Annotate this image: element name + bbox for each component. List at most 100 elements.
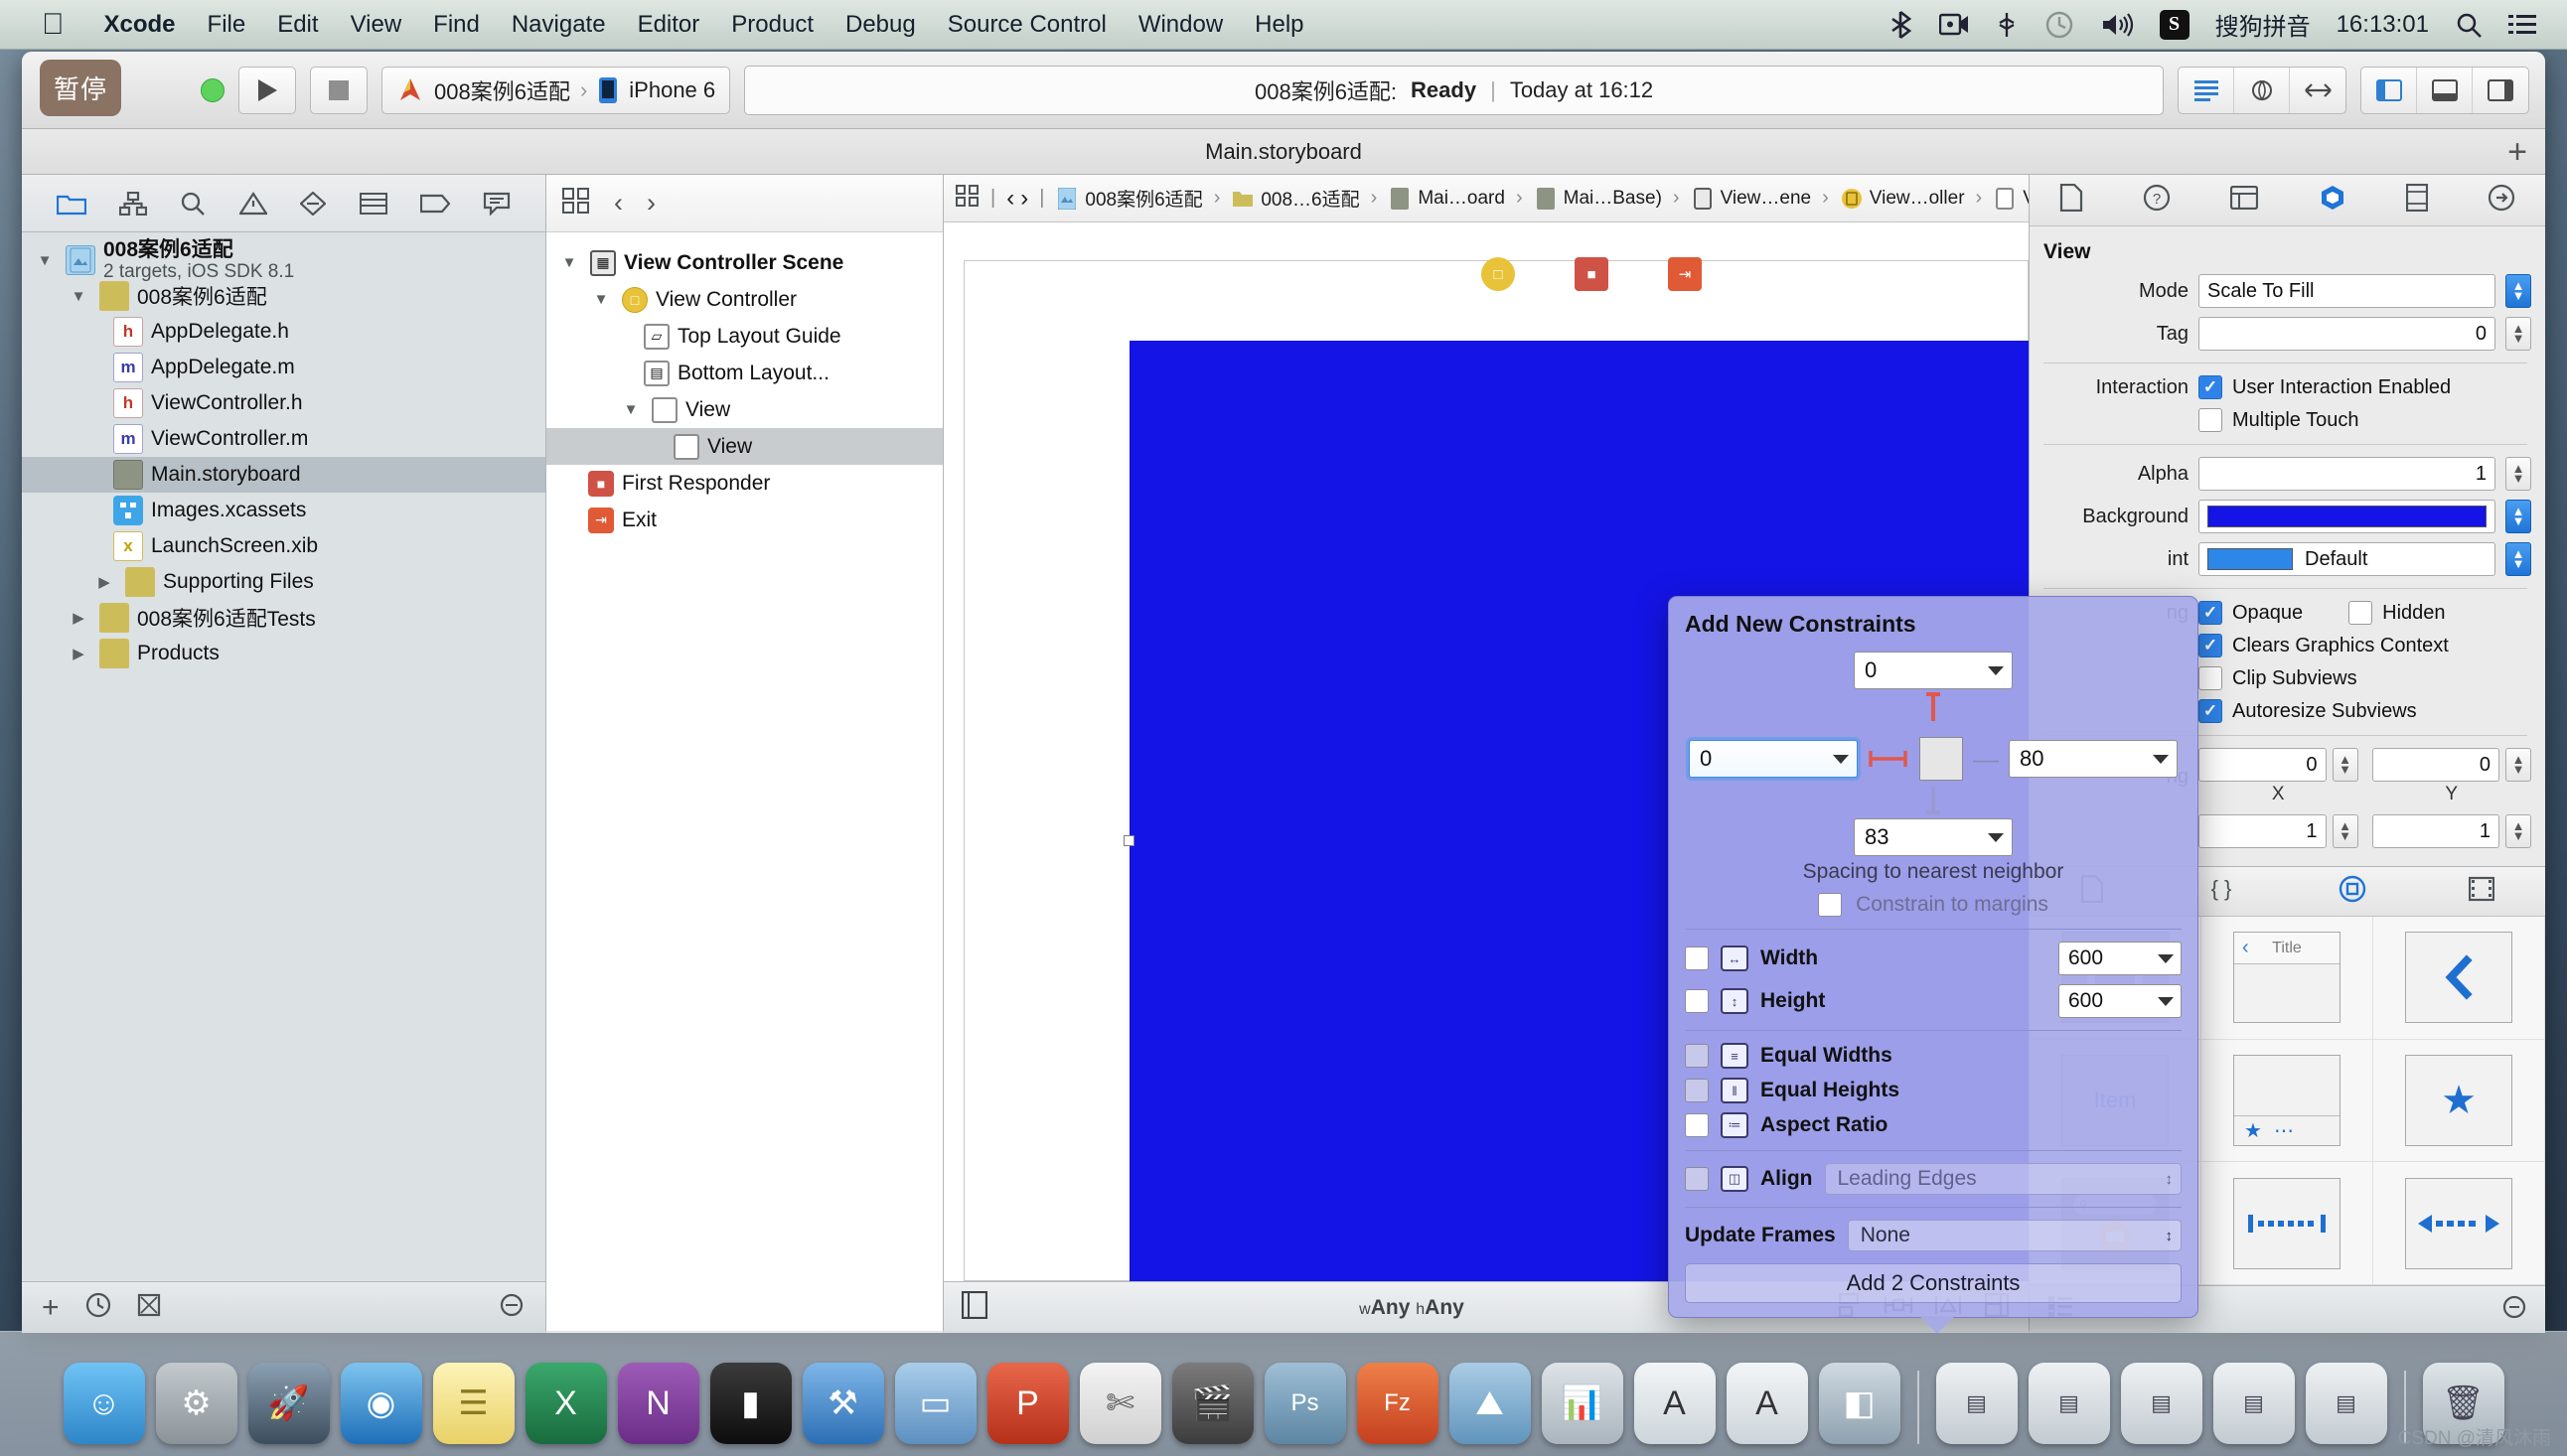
mode-select[interactable]: Scale To Fill	[2198, 274, 2495, 308]
unsaved-icon[interactable]	[137, 1293, 161, 1322]
chevron-right-icon[interactable]: ›	[1020, 185, 1028, 213]
height-row[interactable]: ↕ Height 600	[1685, 984, 2182, 1018]
chevron-left-icon[interactable]: ‹	[1006, 185, 1014, 213]
outline-row-scene[interactable]: ▼ ▦ View Controller Scene	[546, 244, 943, 281]
dock-app-font-book-b[interactable]: A	[1726, 1363, 1808, 1444]
library-cell-fixed-space[interactable]: ★	[2373, 1039, 2545, 1163]
outline-row-exit[interactable]: ⇥ Exit	[546, 502, 943, 538]
hidden-checkbox[interactable]	[2348, 601, 2373, 625]
screen-record-icon[interactable]	[1926, 12, 1982, 38]
dock-minimized-window-1[interactable]: ▤	[1935, 1363, 2018, 1444]
nav-row-launchscreen-xib[interactable]: x LaunchScreen.xib	[22, 528, 545, 564]
tag-stepper[interactable]: ▲ ▼	[2505, 317, 2531, 351]
outline-row-view-child[interactable]: View	[546, 428, 943, 465]
nav-row-viewcontroller-h[interactable]: h ViewController.h	[22, 385, 545, 421]
background-popup-arrows[interactable]: ▲ ▼	[2505, 500, 2531, 533]
menu-item-product[interactable]: Product	[715, 11, 830, 39]
equal-widths-row[interactable]: ≡ Equal Widths	[1685, 1043, 2182, 1069]
stop-button[interactable]	[310, 66, 368, 114]
dock-minimized-window-2[interactable]: ▤	[2028, 1363, 2110, 1444]
add-icon[interactable]: +	[42, 1292, 60, 1323]
volume-icon[interactable]	[2087, 11, 2147, 39]
size-inspector-icon[interactable]	[2405, 183, 2428, 217]
media-library-icon[interactable]	[2468, 876, 2494, 907]
outline-row-view-parent[interactable]: ▼ View	[546, 391, 943, 428]
breadcrumb-scene[interactable]: View…ene	[1691, 187, 1811, 211]
nav-row-supporting-files[interactable]: ▶ Supporting Files	[22, 564, 545, 600]
forward-icon[interactable]: ›	[647, 188, 656, 218]
align-select[interactable]: Leading Edges ↕	[1824, 1163, 2182, 1195]
filter-icon[interactable]	[498, 1292, 526, 1323]
navigation-bar-object-thumb[interactable]: ‹ Title	[2233, 932, 2340, 1024]
library-cell-flexible-space[interactable]	[2373, 1162, 2545, 1285]
aspect-ratio-row[interactable]: ≔ Aspect Ratio	[1685, 1112, 2182, 1138]
plus-icon[interactable]: +	[2507, 135, 2527, 169]
height-value-combo[interactable]: 600	[2058, 984, 2182, 1018]
chevron-down-icon[interactable]	[1988, 832, 2004, 842]
selection-handle-left[interactable]	[1124, 835, 1134, 846]
nav-row-products[interactable]: ▶ Products	[22, 636, 545, 671]
height-checkbox[interactable]	[1685, 989, 1709, 1013]
device-bar-icon[interactable]	[961, 1290, 988, 1325]
twisty-down-icon[interactable]: ▼	[556, 254, 582, 271]
folder-icon[interactable]	[56, 192, 86, 216]
menu-item-navigate[interactable]: Navigate	[496, 11, 622, 39]
standard-editor-icon[interactable]	[2179, 67, 2234, 113]
notification-center-icon[interactable]	[2495, 13, 2549, 37]
equal-heights-checkbox[interactable]	[1685, 1079, 1709, 1102]
menu-item-help[interactable]: Help	[1239, 11, 1319, 39]
related-items-icon[interactable]	[562, 188, 590, 218]
run-button[interactable]	[238, 66, 296, 114]
dock-app-filezilla[interactable]: Fz	[1356, 1363, 1438, 1444]
test-navigator-icon[interactable]	[300, 191, 327, 216]
update-frames-row[interactable]: Update Frames None ↕	[1685, 1220, 2182, 1251]
pause-overlay-badge[interactable]: 暂停	[40, 60, 122, 116]
dock-app-keynote[interactable]: P	[986, 1363, 1069, 1444]
chevron-down-icon[interactable]	[2158, 953, 2174, 963]
add-constraints-button[interactable]: Add 2 Constraints	[1685, 1263, 2182, 1303]
add-new-constraints-popover[interactable]: Add New Constraints 0 0 — 80 83 Spacing …	[1668, 596, 2198, 1333]
dock-app-notes[interactable]: ☰	[432, 1363, 515, 1444]
dock-app-cornerstone[interactable]: ⛰	[1448, 1363, 1531, 1444]
tint-color-well[interactable]: Default	[2198, 542, 2495, 576]
dock-app-snipaste[interactable]: ✄	[1079, 1363, 1161, 1444]
update-frames-select[interactable]: None ↕	[1847, 1220, 2182, 1251]
breadcrumb-storyboard[interactable]: Mai…oard	[1388, 187, 1505, 211]
input-method-badge[interactable]: S	[2147, 9, 2202, 40]
dock-minimized-window-4[interactable]: ▤	[2212, 1363, 2295, 1444]
first-responder-icon[interactable]: ■	[1575, 257, 1608, 291]
trailing-spacing-combo[interactable]: 80	[2009, 740, 2178, 778]
menu-item-source-control[interactable]: Source Control	[932, 11, 1123, 39]
search-icon[interactable]	[2442, 11, 2495, 39]
nav-row-appdelegate-h[interactable]: h AppDelegate.h	[22, 314, 545, 350]
attributes-inspector-icon[interactable]	[2319, 184, 2346, 217]
bottom-spacing-combo[interactable]: 83	[1854, 818, 2013, 856]
editor-mode-segments[interactable]	[2178, 66, 2346, 114]
chevron-down-icon[interactable]	[2158, 996, 2174, 1006]
stepper-arrows-icon[interactable]: ↕	[2166, 1228, 2174, 1244]
dock-app-excel[interactable]: X	[525, 1363, 607, 1444]
dock-app-terminal[interactable]: ▮	[709, 1363, 792, 1444]
warning-icon[interactable]	[238, 191, 267, 216]
scheme-selector[interactable]: 008案例6适配 › iPhone 6	[381, 66, 731, 114]
dock-app-finder[interactable]: ☺	[63, 1363, 145, 1444]
nav-row-main-storyboard[interactable]: Main.storyboard	[22, 457, 545, 493]
dock-app-launchpad[interactable]: 🚀	[247, 1363, 330, 1444]
back-bar-button-object-thumb[interactable]	[2405, 932, 2512, 1024]
report-navigator-icon[interactable]	[483, 192, 511, 216]
tag-field[interactable]: 0	[2198, 317, 2495, 351]
library-cell-back-button[interactable]	[2373, 917, 2545, 1040]
dock-app-xcode[interactable]: ⚒	[802, 1363, 884, 1444]
breakpoint-navigator-icon[interactable]	[419, 193, 450, 215]
breadcrumb-storyboard-base[interactable]: Mai…Base)	[1534, 187, 1662, 211]
aspect-ratio-checkbox[interactable]	[1685, 1113, 1709, 1137]
code-snippet-library-icon[interactable]: { }	[2206, 876, 2236, 907]
alpha-stepper[interactable]: ▲ ▼	[2505, 457, 2531, 491]
clears-graphics-context-checkbox[interactable]: ✓	[2198, 634, 2222, 657]
dock-app-photoshop[interactable]: Ps	[1264, 1363, 1346, 1444]
nav-row-appdelegate-m[interactable]: m AppDelegate.m	[22, 350, 545, 385]
dock-app-safari[interactable]: ◉	[340, 1363, 422, 1444]
dock-minimized-window-5[interactable]: ▤	[2305, 1363, 2387, 1444]
breadcrumb-view-parent[interactable]: View	[1993, 187, 2029, 211]
connections-inspector-icon[interactable]	[2488, 184, 2515, 217]
